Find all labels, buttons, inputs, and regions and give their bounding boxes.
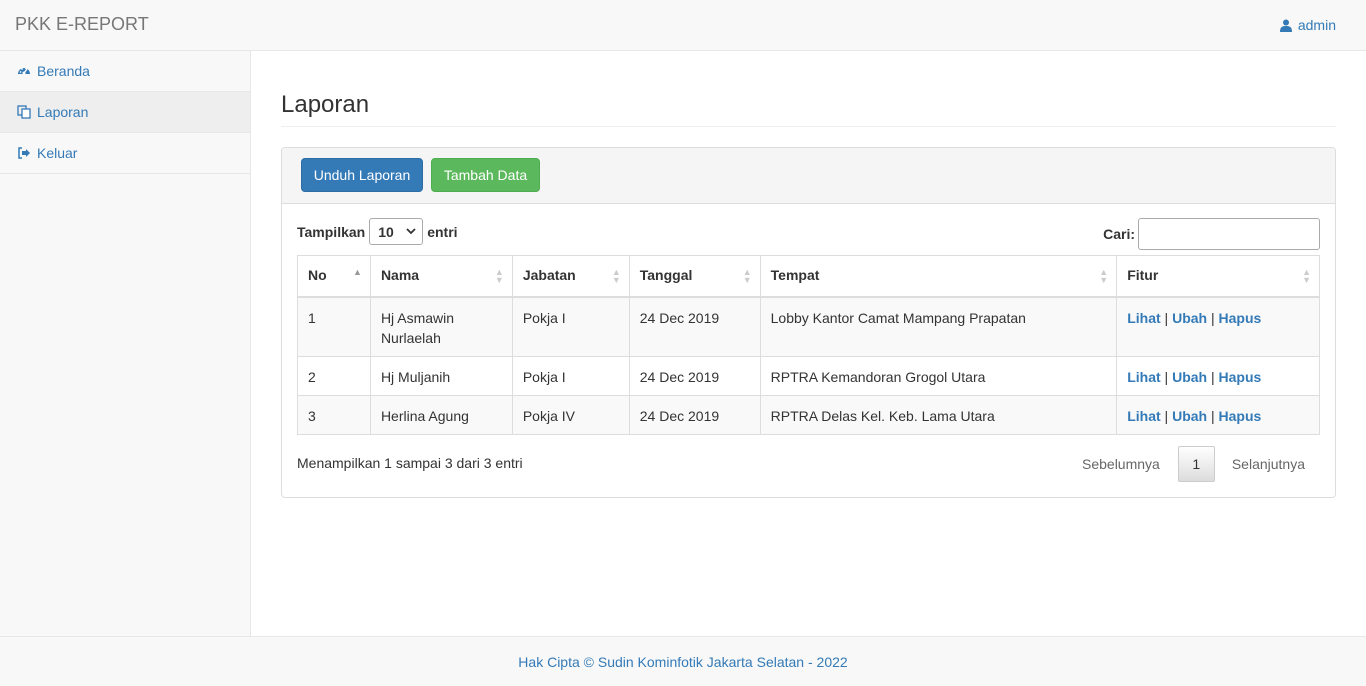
search-label: Cari: [1103,226,1135,242]
view-link[interactable]: Lihat [1127,369,1160,385]
cell-jabatan: Pokja IV [511,394,630,435]
user-menu[interactable]: admin [1279,17,1336,33]
main-content: Laporan Unduh Laporan Tambah Data Tampil… [251,51,1366,636]
cell-nama: Hj Muljanih [369,355,513,396]
delete-link[interactable]: Hapus [1219,408,1262,424]
table-header-row: No ▲ Nama ▲ ▼ Jabatan ▲ ▼ Tanggal ▲ ▼ Tempat ▲ ▼ … [297,255,1320,298]
cell-nama: Hj Asmawin Nurlaelah [369,296,513,357]
table-row: 1 Hj Asmawin Nurlaelah Pokja I 24 Dec 20… [297,296,1320,357]
view-link[interactable]: Lihat [1127,310,1160,326]
cell-actions: Lihat | Ubah | Hapus [1116,296,1320,357]
sidebar-item-beranda[interactable]: Beranda [0,51,250,92]
action-separator: | [1164,309,1169,326]
column-header-fitur[interactable]: Fitur ▲ ▼ [1116,255,1320,298]
copy-icon [17,105,31,119]
entries-select[interactable]: 10 [369,218,424,245]
add-data-button[interactable]: Tambah Data [431,158,540,192]
length-label: Tampilkan [297,223,366,240]
cell-tanggal: 24 Dec 2019 [628,355,761,396]
action-separator: | [1164,368,1169,385]
sidebar-item-label: Keluar [37,145,78,161]
user-name: admin [1297,17,1336,33]
action-separator: | [1164,407,1169,424]
cell-no: 2 [297,355,371,396]
sort-icon: ▲ ▼ [742,267,752,285]
dashboard-icon [18,67,30,75]
cell-tempat: Lobby Kantor Camat Mampang Prapatan [759,296,1118,357]
sidebar-item-keluar[interactable]: Keluar [0,133,250,174]
sort-asc-icon: ▲ [353,267,362,277]
cell-actions: Lihat | Ubah | Hapus [1116,394,1320,435]
sidebar-item-label: Laporan [37,104,89,120]
pagination-page-1[interactable]: 1 [1177,446,1215,482]
cell-no: 1 [297,296,371,357]
table-row: 2 Hj Muljanih Pokja I 24 Dec 2019 RPTRA … [297,355,1320,396]
footer: Hak Cipta © Sudin Kominfotik Jakarta Sel… [0,636,1366,686]
cell-nama: Herlina Agung [369,394,513,435]
entries-length-control: Tampilkan 10 entri [297,218,458,245]
cell-tanggal: 24 Dec 2019 [628,394,761,435]
entries-select-value: 10 [378,223,394,240]
sort-icon: ▲ ▼ [494,267,504,285]
view-link[interactable]: Lihat [1127,408,1160,424]
sidebar-item-label: Beranda [37,63,90,79]
edit-link[interactable]: Ubah [1172,369,1207,385]
table-search: Cari: [1103,218,1320,250]
sidebar: Beranda Laporan Keluar [0,51,251,636]
report-table: No ▲ Nama ▲ ▼ Jabatan ▲ ▼ Tanggal ▲ ▼ Tempat ▲ ▼ … [297,255,1320,435]
page-title: Laporan [281,91,370,118]
panel-heading: Unduh Laporan Tambah Data [282,148,1335,204]
sort-icon: ▲ ▼ [1099,267,1109,285]
column-header-jabatan[interactable]: Jabatan ▲ ▼ [511,255,630,298]
sort-icon: ▲ ▼ [611,267,621,285]
action-separator: | [1210,309,1215,326]
pagination: Sebelumnya 1 Selanjutnya [1082,446,1305,482]
title-divider [281,126,1336,127]
cell-jabatan: Pokja I [511,355,630,396]
footer-copyright: Hak Cipta © Sudin Kominfotik Jakarta Sel… [518,653,848,670]
cell-no: 3 [297,394,371,435]
edit-link[interactable]: Ubah [1172,408,1207,424]
sidebar-item-laporan[interactable]: Laporan [0,92,250,133]
brand-title[interactable]: PKK E-REPORT [15,14,149,35]
column-header-no[interactable]: No ▲ [297,255,371,298]
sort-icon: ▲ ▼ [1302,267,1311,285]
column-header-tempat[interactable]: Tempat ▲ ▼ [759,255,1118,298]
cell-tempat: RPTRA Kemandoran Grogol Utara [759,355,1118,396]
table-row: 3 Herlina Agung Pokja IV 24 Dec 2019 RPT… [297,394,1320,435]
column-header-tanggal[interactable]: Tanggal ▲ ▼ [628,255,761,298]
cell-tanggal: 24 Dec 2019 [628,296,761,357]
table-info: Menampilkan 1 sampai 3 dari 3 entri [297,455,523,471]
pagination-next[interactable]: Selanjutnya [1232,456,1305,472]
cell-jabatan: Pokja I [511,296,630,357]
sign-out-icon [18,147,30,159]
user-icon [1279,19,1292,32]
cell-tempat: RPTRA Delas Kel. Keb. Lama Utara [759,394,1118,435]
cell-actions: Lihat | Ubah | Hapus [1116,355,1320,396]
download-report-button[interactable]: Unduh Laporan [301,158,423,192]
report-panel: Unduh Laporan Tambah Data Tampilkan 10 e… [281,147,1336,498]
delete-link[interactable]: Hapus [1219,369,1262,385]
top-navbar: PKK E-REPORT admin [0,0,1366,51]
action-separator: | [1210,368,1215,385]
search-input[interactable] [1138,218,1320,250]
action-separator: | [1210,407,1215,424]
chevron-down-icon [406,228,416,235]
delete-link[interactable]: Hapus [1219,310,1262,326]
length-suffix: entri [427,223,458,240]
pagination-prev[interactable]: Sebelumnya [1082,456,1160,472]
edit-link[interactable]: Ubah [1172,310,1207,326]
column-header-nama[interactable]: Nama ▲ ▼ [369,255,513,298]
